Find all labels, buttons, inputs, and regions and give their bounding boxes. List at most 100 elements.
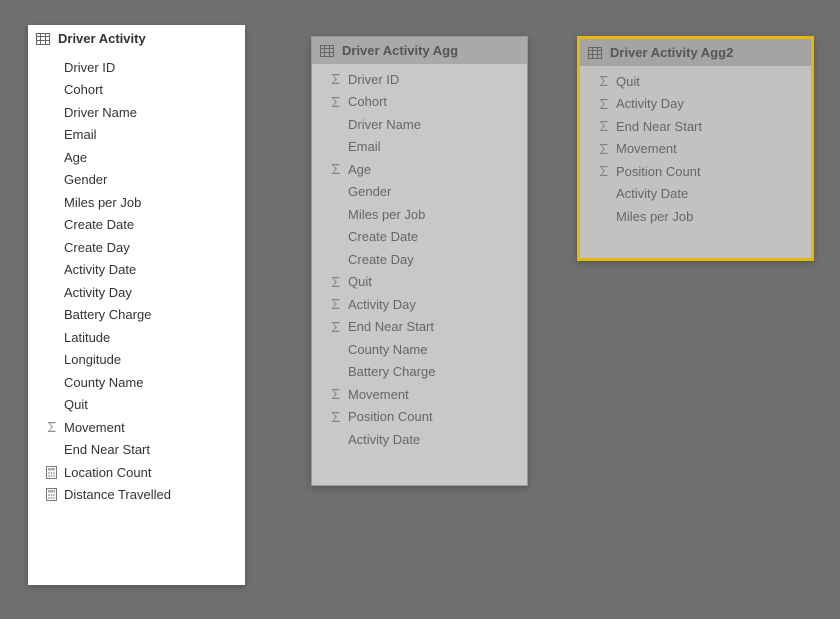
field-row[interactable]: Battery Charge xyxy=(312,361,527,384)
field-label: Driver ID xyxy=(60,60,115,75)
field-label: Email xyxy=(60,127,97,142)
field-row[interactable]: End Near Start xyxy=(580,115,811,138)
field-label: Create Date xyxy=(60,217,134,232)
field-row[interactable]: Driver ID xyxy=(28,56,245,79)
table-title: Driver Activity Agg xyxy=(342,43,458,58)
field-row[interactable]: Longitude xyxy=(28,349,245,372)
field-row[interactable]: Driver Name xyxy=(312,113,527,136)
table-panel-driver-activity-agg[interactable]: Driver Activity AggDriver IDCohortDriver… xyxy=(311,36,528,486)
field-row[interactable]: County Name xyxy=(312,338,527,361)
table-title: Driver Activity Agg2 xyxy=(610,45,733,60)
field-label: Position Count xyxy=(612,164,701,179)
field-row[interactable]: Age xyxy=(28,146,245,169)
field-label: Age xyxy=(344,162,371,177)
field-row[interactable]: Quit xyxy=(580,70,811,93)
field-label: Quit xyxy=(344,274,372,289)
field-row[interactable]: Location Count xyxy=(28,461,245,484)
field-label: Activity Date xyxy=(612,186,688,201)
table-header[interactable]: Driver Activity xyxy=(28,25,245,52)
field-label: Quit xyxy=(60,397,88,412)
field-row[interactable]: Activity Date xyxy=(580,183,811,206)
field-label: Battery Charge xyxy=(60,307,151,322)
field-label: Activity Date xyxy=(60,262,136,277)
field-row[interactable]: Battery Charge xyxy=(28,304,245,327)
field-row[interactable]: Miles per Job xyxy=(312,203,527,226)
table-header[interactable]: Driver Activity Agg2 xyxy=(580,39,811,66)
field-row[interactable]: Position Count xyxy=(312,406,527,429)
field-label: End Near Start xyxy=(344,319,434,334)
field-label: Location Count xyxy=(60,465,151,480)
table-header[interactable]: Driver Activity Agg xyxy=(312,37,527,64)
calculator-icon xyxy=(42,488,60,501)
field-label: County Name xyxy=(344,342,427,357)
table-panel-driver-activity[interactable]: Driver Activity Driver ID Cohort Driver Nam… xyxy=(28,25,245,585)
field-row[interactable]: Latitude xyxy=(28,326,245,349)
field-row[interactable]: Miles per Job xyxy=(28,191,245,214)
field-label: Driver Name xyxy=(344,117,421,132)
field-row[interactable]: Email xyxy=(312,136,527,159)
sigma-icon xyxy=(326,388,344,400)
sigma-icon xyxy=(326,276,344,288)
sigma-icon xyxy=(326,73,344,85)
field-label: Cohort xyxy=(344,94,387,109)
field-row[interactable]: Age xyxy=(312,158,527,181)
sigma-icon xyxy=(594,120,612,132)
field-label: Activity Day xyxy=(60,285,132,300)
field-label: Longitude xyxy=(60,352,121,367)
table-panel-driver-activity-agg2[interactable]: Driver Activity Agg2 Quit Activity DayEnd … xyxy=(577,36,814,261)
field-label: Quit xyxy=(612,74,640,89)
field-label: End Near Start xyxy=(60,442,150,457)
field-label: Cohort xyxy=(60,82,103,97)
field-label: Battery Charge xyxy=(344,364,435,379)
field-row[interactable]: Quit xyxy=(312,271,527,294)
field-row[interactable]: Activity Day xyxy=(580,93,811,116)
field-row[interactable]: Miles per Job xyxy=(580,205,811,228)
field-row[interactable]: Activity Date xyxy=(28,259,245,282)
field-row[interactable]: Gender xyxy=(28,169,245,192)
field-row[interactable]: Movement xyxy=(28,416,245,439)
sigma-icon xyxy=(594,98,612,110)
field-label: Activity Day xyxy=(344,297,416,312)
field-row[interactable]: Create Day xyxy=(28,236,245,259)
field-row[interactable]: Driver ID xyxy=(312,68,527,91)
field-list: Driver ID Cohort Driver Name Email Age Gender… xyxy=(312,64,527,461)
field-row[interactable]: Quit xyxy=(28,394,245,417)
field-label: Position Count xyxy=(344,409,433,424)
sigma-icon xyxy=(42,421,60,433)
field-row[interactable]: Activity Day xyxy=(312,293,527,316)
field-row[interactable]: Movement xyxy=(580,138,811,161)
field-row[interactable]: Create Date xyxy=(28,214,245,237)
field-row[interactable]: Driver Name xyxy=(28,101,245,124)
field-row[interactable]: Activity Date xyxy=(312,428,527,451)
field-label: Movement xyxy=(60,420,125,435)
sigma-icon xyxy=(326,163,344,175)
field-row[interactable]: Movement xyxy=(312,383,527,406)
field-row[interactable]: Create Date xyxy=(312,226,527,249)
field-list: Quit Activity DayEnd Near Start Movement Po… xyxy=(580,66,811,238)
field-row[interactable]: Create Day xyxy=(312,248,527,271)
field-row[interactable]: Distance Travelled xyxy=(28,484,245,507)
field-label: Activity Date xyxy=(344,432,420,447)
field-label: County Name xyxy=(60,375,143,390)
field-row[interactable]: County Name xyxy=(28,371,245,394)
table-icon xyxy=(36,33,50,45)
sigma-icon xyxy=(326,321,344,333)
sigma-icon xyxy=(326,298,344,310)
field-row[interactable]: Cohort xyxy=(312,91,527,114)
field-row[interactable]: Position Count xyxy=(580,160,811,183)
field-row[interactable]: Activity Day xyxy=(28,281,245,304)
field-label: Miles per Job xyxy=(60,195,141,210)
field-label: Miles per Job xyxy=(612,209,693,224)
field-label: Email xyxy=(344,139,381,154)
field-label: Distance Travelled xyxy=(60,487,171,502)
field-row[interactable]: Cohort xyxy=(28,79,245,102)
field-label: Movement xyxy=(612,141,677,156)
field-row[interactable]: End Near Start xyxy=(312,316,527,339)
sigma-icon xyxy=(594,75,612,87)
table-icon xyxy=(320,45,334,57)
field-row[interactable]: End Near Start xyxy=(28,439,245,462)
field-row[interactable]: Email xyxy=(28,124,245,147)
sigma-icon xyxy=(594,143,612,155)
sigma-icon xyxy=(326,411,344,423)
field-row[interactable]: Gender xyxy=(312,181,527,204)
